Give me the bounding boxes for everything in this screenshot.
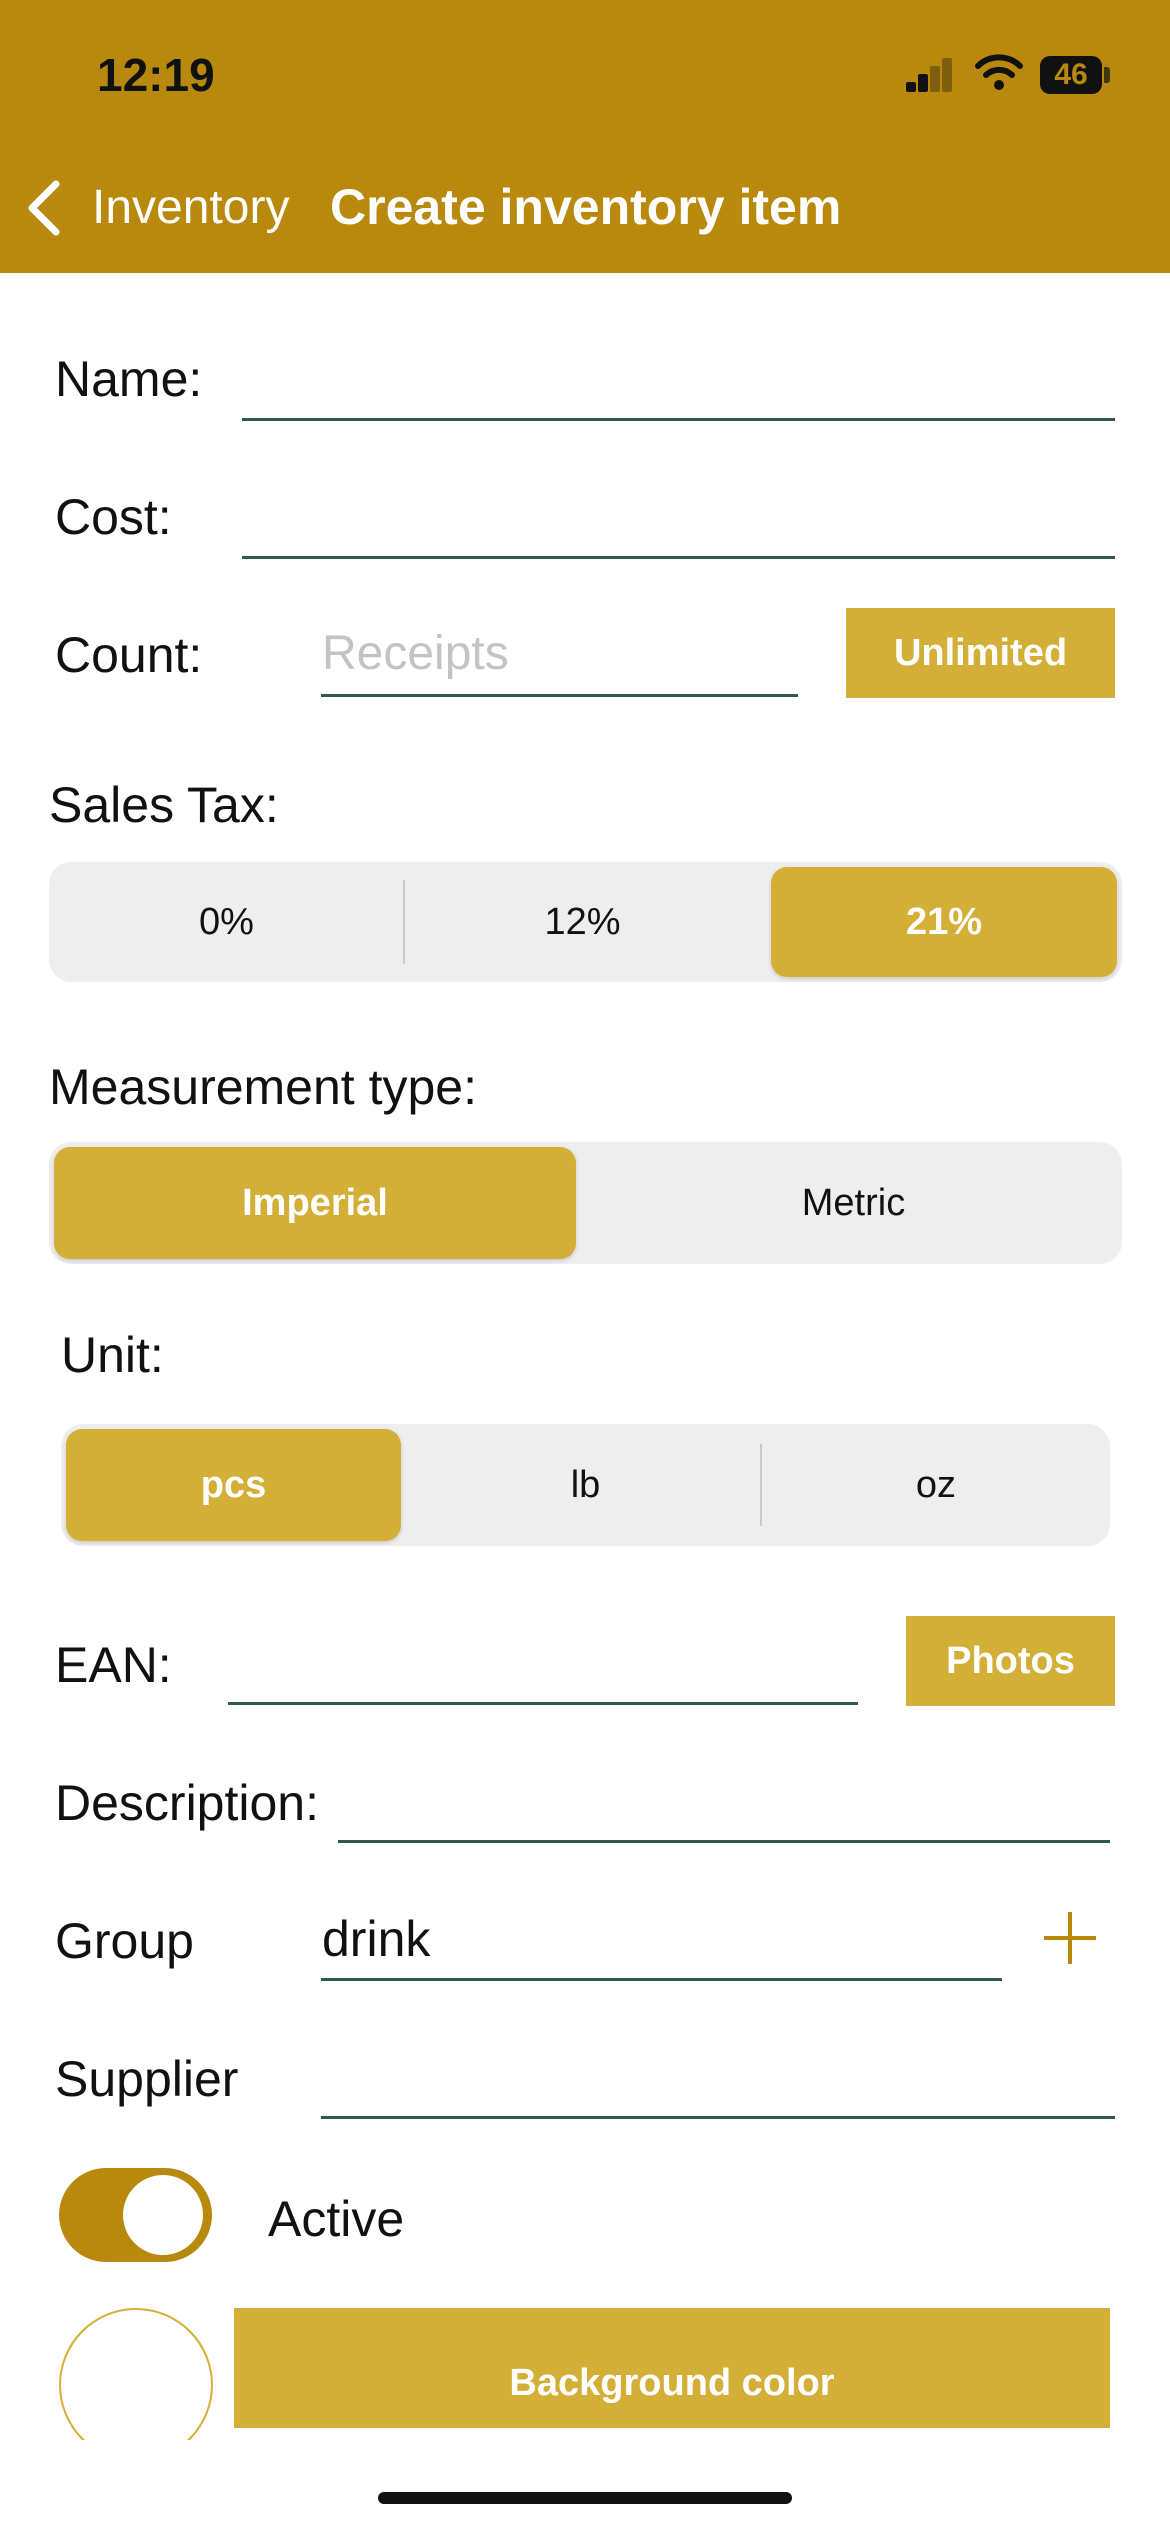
ean-label: EAN: <box>55 1637 172 1693</box>
battery-tip <box>1104 67 1110 83</box>
sales-tax-option-0[interactable]: 0% <box>49 862 404 982</box>
cost-input[interactable] <box>242 478 1115 558</box>
chevron-left-icon[interactable] <box>24 178 64 238</box>
description-label: Description: <box>55 1775 319 1831</box>
group-label: Group <box>55 1913 194 1969</box>
group-input[interactable]: drink <box>322 1910 1002 1968</box>
wifi-icon <box>975 54 1023 90</box>
background-color-button[interactable]: Background color <box>234 2308 1110 2428</box>
sales-tax-option-12[interactable]: 12% <box>405 862 760 982</box>
ean-underline <box>228 1702 858 1705</box>
group-underline <box>321 1978 1002 1981</box>
cost-label: Cost: <box>55 489 172 545</box>
unit-label: Unit: <box>61 1327 164 1383</box>
unit-option-oz[interactable]: oz <box>762 1424 1110 1546</box>
description-input[interactable] <box>338 1762 1110 1842</box>
toggle-knob <box>123 2175 203 2255</box>
count-label: Count: <box>55 627 203 683</box>
count-input[interactable]: Receipts <box>322 626 798 681</box>
unit-option-pcs[interactable]: pcs <box>66 1429 401 1541</box>
unit-segmented-control: pcs lb oz <box>61 1424 1110 1546</box>
sales-tax-option-21[interactable]: 21% <box>771 867 1117 977</box>
battery-icon: 46 <box>1040 56 1102 94</box>
name-underline <box>242 418 1115 421</box>
plus-icon[interactable] <box>1042 1910 1098 1966</box>
measurement-option-imperial[interactable]: Imperial <box>54 1147 576 1259</box>
unit-option-lb[interactable]: lb <box>411 1424 760 1546</box>
count-underline <box>321 694 798 697</box>
sales-tax-segmented-control: 0% 12% 21% <box>49 862 1122 982</box>
cost-underline <box>242 556 1115 559</box>
unlimited-button[interactable]: Unlimited <box>846 608 1115 698</box>
supplier-underline <box>321 2116 1115 2119</box>
photos-button[interactable]: Photos <box>906 1616 1115 1706</box>
active-label: Active <box>268 2191 405 2247</box>
color-preview-circle[interactable] <box>59 2308 213 2440</box>
ean-input[interactable] <box>228 1624 858 1704</box>
back-button[interactable]: Inventory <box>92 180 289 235</box>
page-title: Create inventory item <box>330 179 842 235</box>
sales-tax-label: Sales Tax: <box>49 777 279 833</box>
signal-icon <box>906 58 952 92</box>
home-indicator <box>378 2492 792 2504</box>
supplier-input[interactable] <box>321 2040 1115 2120</box>
name-input[interactable] <box>242 340 1115 420</box>
name-label: Name: <box>55 351 203 407</box>
status-time: 12:19 <box>97 49 215 101</box>
measurement-option-metric[interactable]: Metric <box>585 1142 1122 1264</box>
measurement-type-label: Measurement type: <box>49 1059 477 1115</box>
active-toggle[interactable] <box>59 2168 212 2262</box>
description-underline <box>338 1840 1110 1843</box>
measurement-type-segmented-control: Imperial Metric <box>49 1142 1122 1264</box>
supplier-label: Supplier <box>55 2051 239 2107</box>
